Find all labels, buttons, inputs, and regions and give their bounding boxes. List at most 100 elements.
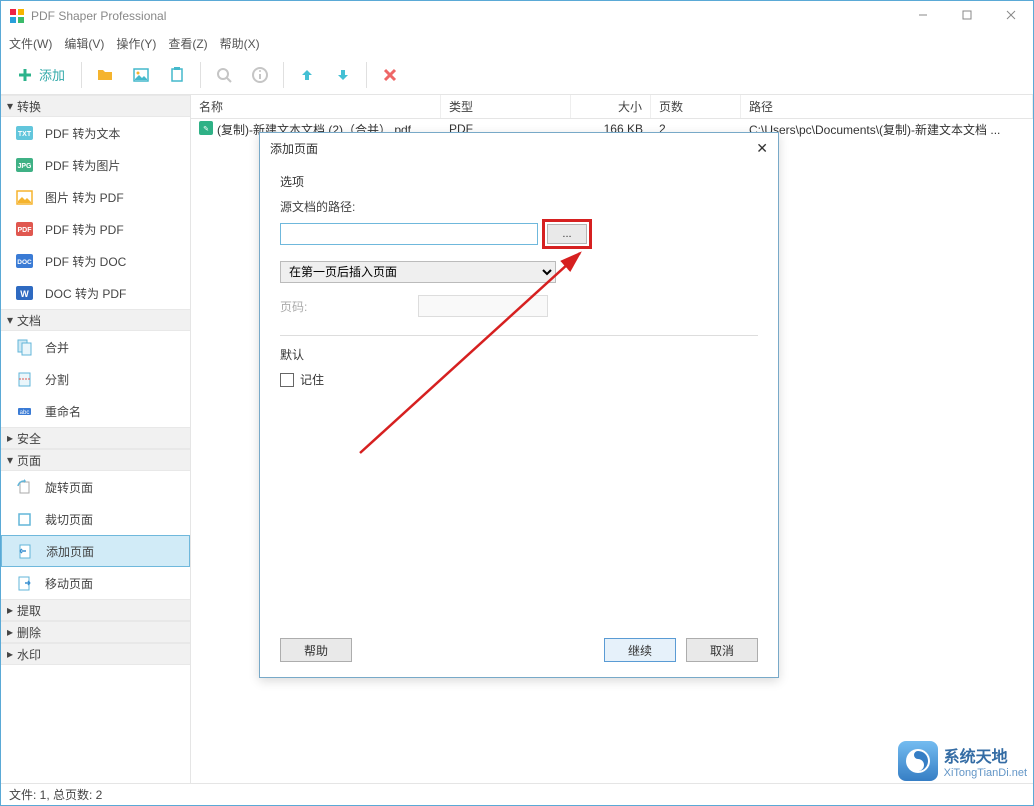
remember-checkbox[interactable] [280, 373, 294, 387]
add-button[interactable]: 添加 [7, 58, 75, 92]
browse-button[interactable]: ... [547, 224, 587, 244]
category-label: 安全 [17, 430, 41, 447]
chevron-right-icon: ▸ [7, 603, 13, 617]
category-label: 删除 [17, 624, 41, 641]
chevron-right-icon: ▸ [7, 431, 13, 445]
rotate-icon [15, 478, 33, 496]
watermark-title: 系统天地 [944, 743, 1027, 767]
sidebar-item-label: 重命名 [45, 403, 81, 420]
category-extract[interactable]: ▸提取 [1, 599, 190, 621]
sidebar-item-crop[interactable]: 裁切页面 [1, 503, 190, 535]
window-controls [901, 1, 1033, 31]
close-button[interactable] [989, 1, 1033, 29]
sidebar-item-image-to-pdf[interactable]: 图片 转为 PDF [1, 181, 190, 213]
sidebar-item-label: 移动页面 [45, 575, 93, 592]
move-page-icon [15, 574, 33, 592]
category-page[interactable]: ▾ 页面 [1, 449, 190, 471]
remember-row[interactable]: 记住 [280, 371, 758, 388]
col-pages[interactable]: 页数 [651, 95, 741, 118]
svg-text:TXT: TXT [17, 131, 31, 138]
separator [200, 62, 201, 88]
remove-button[interactable] [373, 58, 407, 92]
sidebar-item-split[interactable]: 分割 [1, 363, 190, 395]
minimize-button[interactable] [901, 1, 945, 29]
category-delete[interactable]: ▸删除 [1, 621, 190, 643]
sidebar-item-rename[interactable]: abc 重命名 [1, 395, 190, 427]
folder-button[interactable] [88, 58, 122, 92]
source-path-input[interactable] [280, 223, 538, 245]
chevron-down-icon: ▾ [7, 313, 13, 327]
app-logo [9, 8, 25, 24]
file-path: C:\Users\pc\Documents\(复制)-新建文本文档 ... [741, 121, 1033, 138]
category-label: 页面 [17, 452, 41, 469]
move-up-button[interactable] [290, 58, 324, 92]
sidebar-item-pdf-to-image[interactable]: JPG PDF 转为图片 [1, 149, 190, 181]
options-group-label: 选项 [280, 173, 758, 190]
default-group-label: 默认 [280, 346, 758, 363]
cancel-button[interactable]: 取消 [686, 638, 758, 662]
insert-mode-select[interactable]: 在第一页后插入页面 [280, 261, 556, 283]
sidebar-item-pdf-to-text[interactable]: TXTPDF 转为文本 [1, 117, 190, 149]
category-watermark[interactable]: ▸水印 [1, 643, 190, 665]
separator [366, 62, 367, 88]
dialog-footer: 帮助 继续 取消 [260, 629, 778, 677]
sidebar-item-label: PDF 转为图片 [45, 157, 120, 174]
maximize-button[interactable] [945, 1, 989, 29]
sidebar-item-pdf-to-pdf[interactable]: PDFPDF 转为 PDF [1, 213, 190, 245]
col-type[interactable]: 类型 [441, 95, 571, 118]
sidebar-item-label: PDF 转为 DOC [45, 253, 126, 270]
category-security[interactable]: ▸ 安全 [1, 427, 190, 449]
info-button[interactable] [243, 58, 277, 92]
chevron-down-icon: ▾ [7, 99, 13, 113]
menu-view[interactable]: 查看(Z) [168, 35, 207, 52]
sidebar-item-pdf-to-doc[interactable]: DOCPDF 转为 DOC [1, 245, 190, 277]
highlight-box: ... [542, 219, 592, 249]
rename-icon: abc [15, 402, 33, 420]
chevron-right-icon: ▸ [7, 647, 13, 661]
options-group: 选项 源文档的路径: ... 在第一页后插入页面 页码: [280, 173, 758, 317]
move-down-button[interactable] [326, 58, 360, 92]
category-convert[interactable]: ▾转换 [1, 95, 190, 117]
col-name[interactable]: 名称 [191, 95, 441, 118]
sidebar: ▾转换 TXTPDF 转为文本 JPG PDF 转为图片 图片 转为 PDF PD… [1, 95, 191, 783]
category-label: 文档 [17, 312, 41, 329]
col-path[interactable]: 路径 [741, 95, 1033, 118]
menu-action[interactable]: 操作(Y) [116, 35, 156, 52]
svg-text:PDF: PDF [17, 227, 32, 234]
sidebar-item-label: 分割 [45, 371, 69, 388]
sidebar-item-label: 添加页面 [46, 543, 94, 560]
col-size[interactable]: 大小 [571, 95, 651, 118]
menu-edit[interactable]: 编辑(V) [64, 35, 104, 52]
category-document[interactable]: ▾ 文档 [1, 309, 190, 331]
search-button[interactable] [207, 58, 241, 92]
app-window: PDF Shaper Professional 文件(W) 编辑(V) 操作(Y… [0, 0, 1034, 806]
crop-icon [15, 510, 33, 528]
add-label: 添加 [39, 65, 65, 84]
image-button[interactable] [124, 58, 158, 92]
dialog-close-button[interactable]: ✕ [756, 140, 768, 157]
sidebar-item-doc-to-pdf[interactable]: WDOC 转为 PDF [1, 277, 190, 309]
help-button[interactable]: 帮助 [280, 638, 352, 662]
word-icon: W [15, 284, 33, 302]
statusbar: 文件: 1, 总页数: 2 [1, 783, 1033, 805]
menu-file[interactable]: 文件(W) [9, 35, 52, 52]
sidebar-item-label: 裁切页面 [45, 511, 93, 528]
separator [283, 62, 284, 88]
window-title: PDF Shaper Professional [31, 9, 901, 23]
clipboard-button[interactable] [160, 58, 194, 92]
sidebar-item-move-page[interactable]: 移动页面 [1, 567, 190, 599]
merge-icon [15, 338, 33, 356]
sidebar-item-merge[interactable]: 合并 [1, 331, 190, 363]
source-path-label: 源文档的路径: [280, 198, 758, 215]
sidebar-item-add-page[interactable]: 添加页面 [1, 535, 190, 567]
sidebar-item-rotate[interactable]: 旋转页面 [1, 471, 190, 503]
watermark-text: 系统天地 XiTongTianDi.net [944, 743, 1027, 779]
chevron-down-icon: ▾ [7, 453, 13, 467]
svg-text:✎: ✎ [203, 126, 209, 133]
sidebar-item-label: 图片 转为 PDF [45, 189, 124, 206]
svg-text:JPG: JPG [17, 163, 32, 170]
continue-button[interactable]: 继续 [604, 638, 676, 662]
titlebar: PDF Shaper Professional [1, 1, 1033, 31]
menu-help[interactable]: 帮助(X) [220, 35, 260, 52]
sidebar-item-label: 旋转页面 [45, 479, 93, 496]
